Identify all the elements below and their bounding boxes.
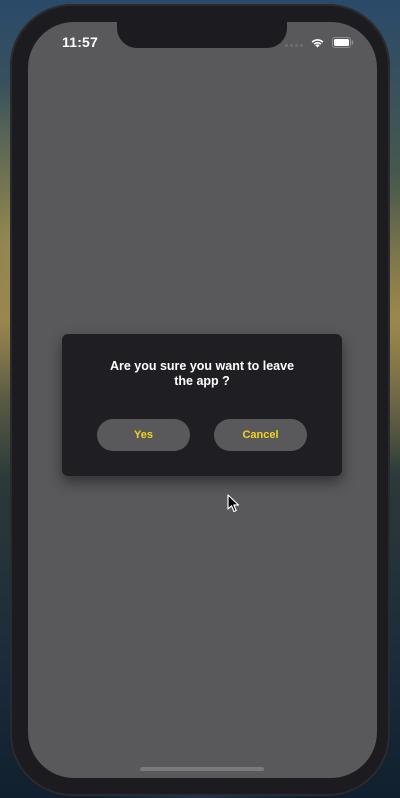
phone-notch [117,22,287,48]
yes-button[interactable]: Yes [97,419,190,451]
wifi-icon [310,37,325,48]
battery-icon [332,36,354,48]
status-time: 11:57 [62,34,99,50]
signal-icon [285,37,303,47]
dialog-message: Are you sure you want to leave the app ? [109,359,295,388]
leave-app-dialog: Are you sure you want to leave the app ?… [62,334,342,476]
status-icons [285,36,354,48]
mouse-cursor-icon [227,494,240,518]
cancel-button[interactable]: Cancel [214,419,307,451]
home-indicator[interactable] [140,767,264,771]
